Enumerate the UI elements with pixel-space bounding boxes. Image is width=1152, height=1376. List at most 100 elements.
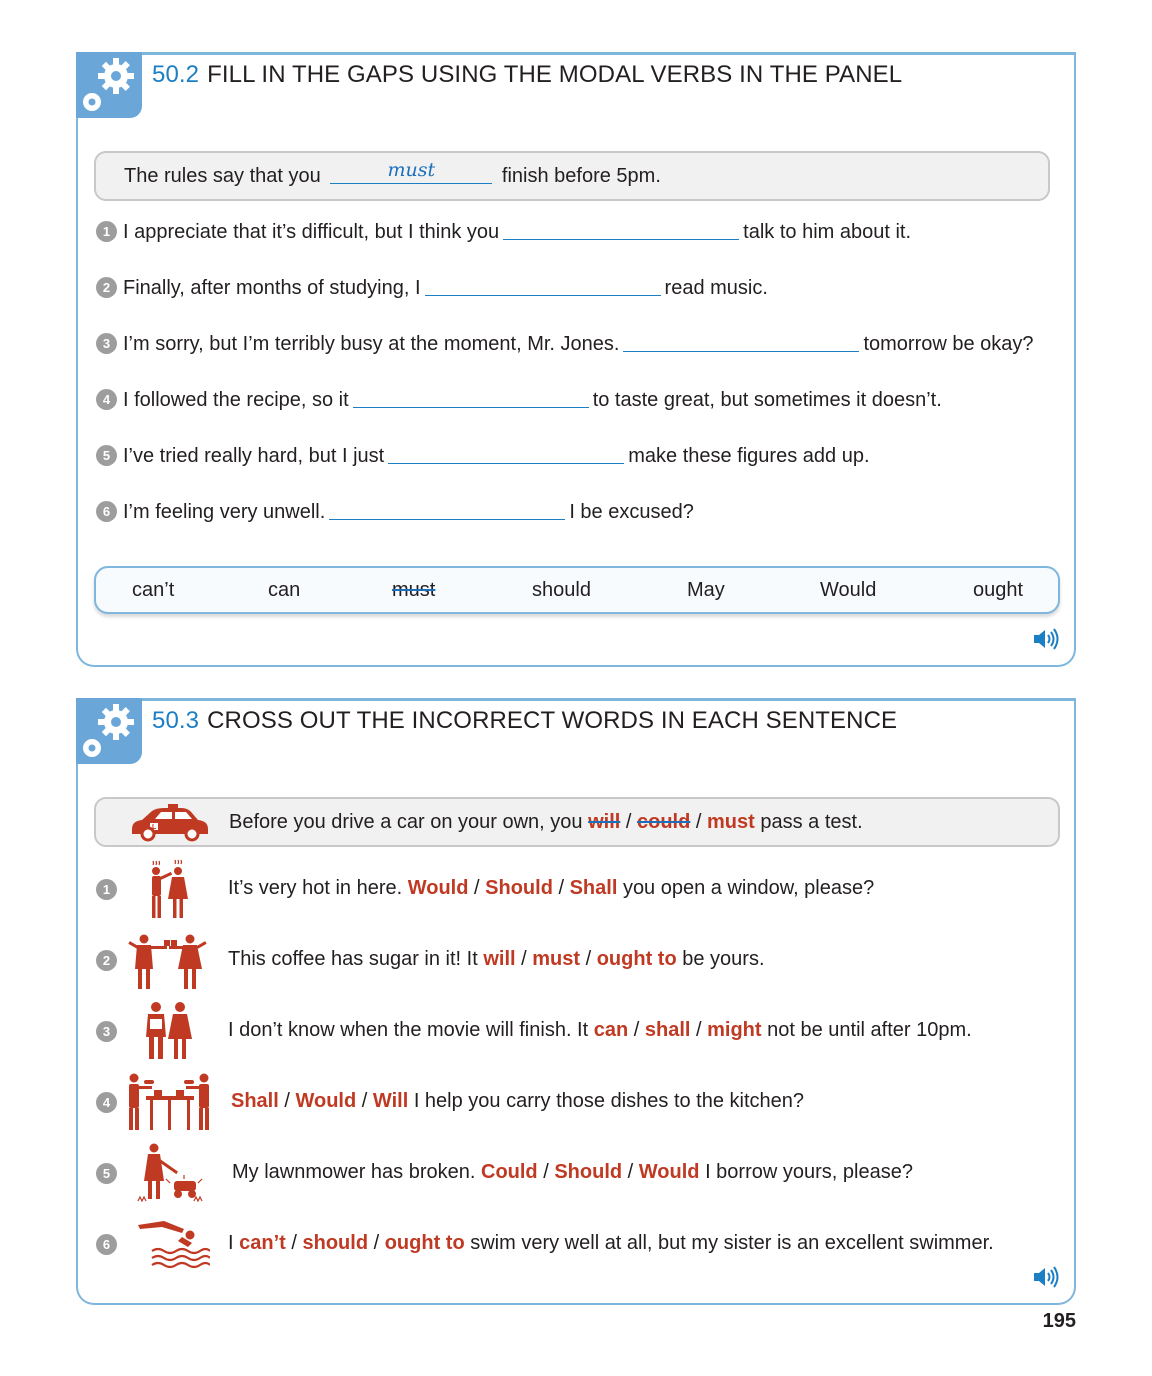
item-number: 5: [96, 1163, 117, 1184]
example-text-before: The rules say that you: [124, 165, 321, 187]
couple-icon: [146, 1002, 192, 1059]
gear-icon: [76, 698, 142, 764]
example-text-after: finish before 5pm.: [501, 165, 661, 187]
panel-word-used: must: [392, 579, 436, 601]
word-panel: can’t can must should May Would ought: [94, 566, 1060, 614]
sentence-before: It’s very hot in here.: [228, 877, 403, 899]
item-number: 6: [96, 501, 117, 522]
item-number: 1: [96, 221, 117, 242]
panel-word: May: [687, 579, 725, 601]
answer-gap[interactable]: [424, 277, 661, 296]
list-item: 6 I’m feeling very unwell. I be excused?: [96, 501, 694, 524]
audio-speaker-icon[interactable]: [1032, 627, 1060, 651]
example-answer: must: [387, 159, 436, 181]
option-word[interactable]: Should: [485, 877, 553, 899]
item-number: 1: [96, 879, 117, 900]
item-number: 4: [96, 1092, 117, 1113]
answer-gap[interactable]: [388, 445, 625, 464]
option-word[interactable]: Would: [295, 1090, 356, 1112]
coffee-people-icon: [128, 934, 207, 989]
exercise-title: 50.2 FILL IN THE GAPS USING THE MODAL VER…: [152, 61, 902, 89]
option-word[interactable]: Shall: [231, 1090, 279, 1112]
answer-gap[interactable]: [352, 389, 589, 408]
option-word[interactable]: Could: [481, 1161, 538, 1183]
option-correct: must: [707, 811, 755, 833]
sentence-after: be yours.: [682, 948, 765, 970]
sentence-after: swim very well at all, but my sister is …: [470, 1232, 994, 1254]
example-gap: must: [330, 159, 493, 184]
item-number: 6: [96, 1234, 117, 1255]
audio-speaker-icon[interactable]: [1032, 1265, 1060, 1289]
item-number: 5: [96, 445, 117, 466]
exercise-50-3: 50.3 CROSS OUT THE INCORRECT WORDS IN EAC…: [76, 698, 1076, 1305]
panel-word: should: [532, 579, 591, 601]
option-word[interactable]: Should: [554, 1161, 622, 1183]
sentence-after: to taste great, but sometimes it doesn’t…: [592, 389, 942, 411]
sentence-after: I be excused?: [569, 501, 694, 523]
swimmer-icon: [138, 1221, 210, 1269]
sentence-after: you open a window, please?: [622, 877, 875, 899]
option-word[interactable]: should: [302, 1232, 368, 1254]
list-item: 4 I followed the recipe, so it to taste gr…: [96, 389, 942, 412]
option-word[interactable]: might: [707, 1019, 761, 1041]
sentence-before: I appreciate that it’s difficult, but I …: [123, 221, 500, 243]
option-word[interactable]: ought to: [385, 1232, 465, 1254]
sentence-before: I: [228, 1232, 234, 1254]
learner-car-icon: L: [132, 804, 208, 842]
panel-word: can’t: [132, 579, 175, 601]
sentence-before: I’ve tried really hard, but I just: [123, 445, 385, 467]
item-number: 4: [96, 389, 117, 410]
sentence-after: read music.: [664, 277, 768, 299]
panel-word: ought: [973, 579, 1024, 601]
dishes-table-icon: [129, 1073, 209, 1130]
sentence-after: I help you carry those dishes to the kit…: [413, 1090, 805, 1112]
sentence-before: This coffee has sugar in it! It: [228, 948, 478, 970]
sentence-before: My lawnmower has broken.: [232, 1161, 476, 1183]
exercise-instruction: CROSS OUT THE INCORRECT WORDS IN EACH SE…: [207, 707, 898, 734]
option-word[interactable]: Would: [408, 877, 469, 899]
list-item: 2 Finally, after months of studying, I rea…: [96, 277, 768, 300]
option-word[interactable]: Would: [639, 1161, 700, 1183]
option-word[interactable]: can’t: [239, 1232, 286, 1254]
sentence-after: not be until after 10pm.: [767, 1019, 972, 1041]
item-number: 2: [96, 277, 117, 298]
sentence-after: I borrow yours, please?: [705, 1161, 913, 1183]
lawnmower-icon: [137, 1143, 203, 1203]
list-item: 5 I’ve tried really hard, but I just make …: [96, 445, 870, 468]
exercise-number: 50.2: [152, 61, 200, 88]
option-word[interactable]: shall: [645, 1019, 691, 1041]
option-crossed: will: [588, 811, 621, 833]
item-number: 3: [96, 1021, 117, 1042]
panel-word: can: [268, 579, 301, 601]
option-word[interactable]: Shall: [570, 877, 618, 899]
panel-word: Would: [820, 579, 877, 601]
sentence-before: Before you drive a car on your own, you: [229, 811, 583, 833]
answer-gap[interactable]: [503, 221, 740, 240]
sentence-after: make these figures add up.: [628, 445, 870, 467]
option-word[interactable]: ought to: [597, 948, 677, 970]
exercise-title: 50.3 CROSS OUT THE INCORRECT WORDS IN EAC…: [152, 707, 897, 735]
exercise-50-2: 50.2 FILL IN THE GAPS USING THE MODAL VER…: [76, 52, 1076, 667]
example-sentence: The rules say that you must finish befor…: [94, 151, 1050, 201]
page-number: 195: [1042, 1310, 1076, 1332]
answer-gap[interactable]: [329, 501, 566, 520]
option-word[interactable]: Will: [373, 1090, 408, 1112]
list-item: 1 I appreciate that it’s difficult, but I…: [96, 221, 911, 244]
sentence-before: I’m sorry, but I’m terribly busy at the …: [123, 333, 620, 355]
sentence-before: I’m feeling very unwell.: [123, 501, 326, 523]
option-crossed: could: [637, 811, 691, 833]
item-number: 2: [96, 950, 117, 971]
option-word[interactable]: will: [483, 948, 515, 970]
answer-gap[interactable]: [623, 333, 860, 352]
hot-people-icon: [152, 859, 188, 918]
sentence-before: I followed the recipe, so it: [123, 389, 349, 411]
sentence-after: tomorrow be okay?: [863, 333, 1034, 355]
option-word[interactable]: must: [532, 948, 580, 970]
exercise-number: 50.3: [152, 707, 200, 734]
example-sentence: L Before you drive a car on your own, yo…: [94, 797, 1060, 847]
item-number: 3: [96, 333, 117, 354]
list-item: 3 I’m sorry, but I’m terribly busy at the…: [96, 333, 1034, 356]
gear-icon: [76, 52, 142, 118]
sentence-before: Finally, after months of studying, I: [123, 277, 421, 299]
option-word[interactable]: can: [594, 1019, 628, 1041]
